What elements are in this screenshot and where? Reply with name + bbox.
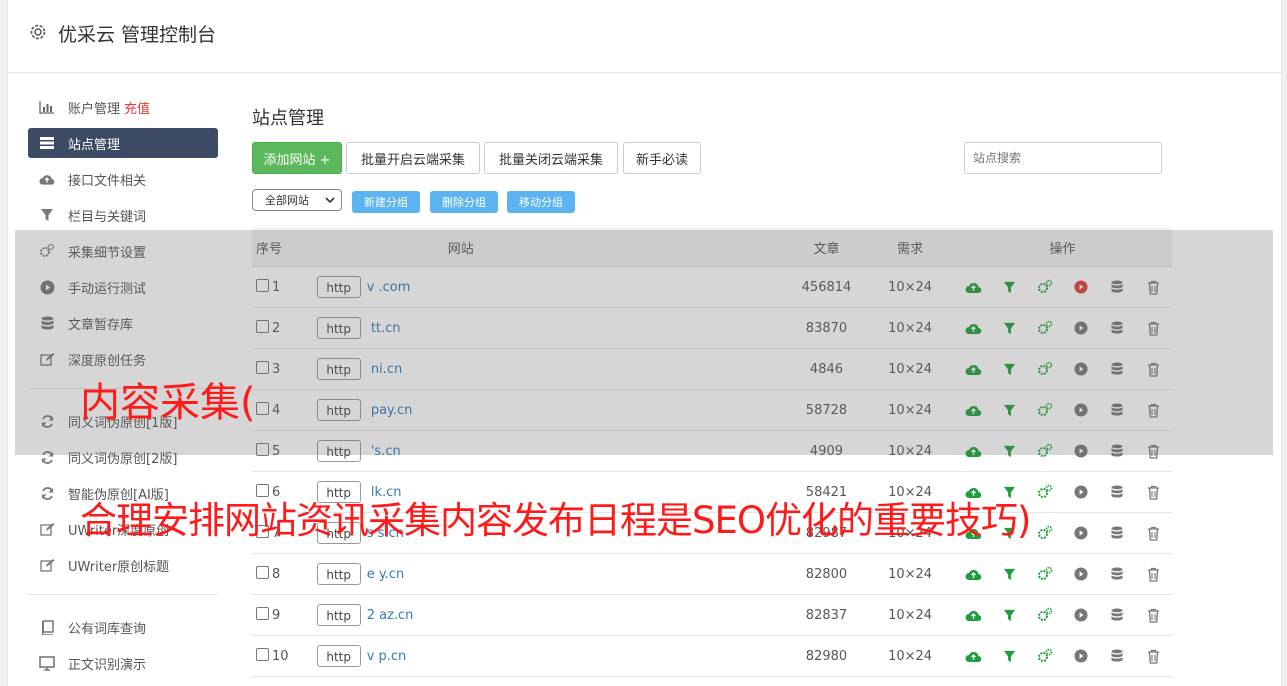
demand-value[interactable]: 10×24 (866, 553, 954, 595)
delete-group-button[interactable]: 删除分组 (430, 191, 498, 213)
caption-line-1: 内容采集( (80, 380, 256, 426)
table-row: 10 http v p.cn 82980 10×24 (252, 635, 1172, 677)
server-list-icon (39, 135, 55, 151)
sidebar-item-uwriter-title[interactable]: UWriter原创标题 (28, 550, 218, 580)
cloud-upload-icon (39, 171, 55, 187)
monitor-icon (39, 655, 55, 671)
filter-icon[interactable] (991, 650, 1027, 663)
header: 优采云 管理控制台 (8, 0, 1281, 73)
add-site-button[interactable]: 添加网站 + (252, 142, 342, 174)
group-select-value: 全部网站 (265, 194, 309, 207)
cloud-upload-icon[interactable] (955, 609, 991, 622)
sidebar-item-columns-keywords[interactable]: 栏目与关键词 (28, 200, 218, 230)
trash-icon[interactable] (1135, 526, 1171, 541)
refresh-icon (39, 485, 55, 501)
sidebar-item-label: UWriter原创标题 (68, 559, 170, 575)
row-index: 10 (272, 649, 289, 664)
http-protocol-badge: http (316, 645, 361, 667)
cogs-icon[interactable] (1027, 607, 1063, 623)
sidebar-item-label: 栏目与关键词 (68, 209, 147, 225)
database-icon[interactable] (1099, 649, 1135, 663)
row-checkbox[interactable] (256, 648, 269, 661)
article-count[interactable]: 82837 (786, 594, 867, 636)
database-icon[interactable] (1099, 526, 1135, 540)
page-title: 站点管理 (252, 108, 324, 129)
trash-icon[interactable] (1135, 608, 1171, 623)
edit-icon (39, 521, 55, 537)
row-index: 9 (272, 608, 281, 623)
sidebar-item-label: 接口文件相关 (68, 173, 147, 189)
group-select[interactable]: 全部网站 (252, 189, 342, 211)
row-checkbox[interactable] (256, 566, 269, 579)
article-count[interactable]: 82800 (786, 553, 867, 595)
main-content: 站点管理 添加网站 + 批量开启云端采集 批量关闭云端采集 新手必读 全部网站 … (252, 92, 1172, 677)
row-site-cell: http v p.cn (313, 635, 787, 677)
sidebar-item-text-recognition[interactable]: 正文识别演示 (28, 648, 218, 678)
batch-open-cloud-button[interactable]: 批量开启云端采集 (346, 142, 480, 174)
row-site-cell: http e y.cn (313, 553, 787, 595)
trash-icon[interactable] (1135, 485, 1171, 500)
site-link[interactable]: e y.cn (367, 567, 405, 582)
move-group-button[interactable]: 移动分组 (507, 191, 575, 213)
trash-icon[interactable] (1135, 649, 1171, 664)
row-index-cell: 8 (252, 553, 314, 595)
article-count[interactable]: 82980 (786, 635, 867, 677)
http-protocol-badge: http (316, 563, 361, 585)
demand-value[interactable]: 10×24 (866, 594, 954, 636)
database-icon[interactable] (1099, 608, 1135, 622)
edit-icon (39, 557, 55, 573)
sidebar-item-public-lexicon[interactable]: 公有词库查询 (28, 612, 218, 642)
trash-icon[interactable] (1135, 567, 1171, 582)
row-ops-cell (954, 635, 1172, 677)
sidebar-item-label: 正文识别演示 (68, 657, 147, 673)
row-ops-cell (954, 594, 1172, 636)
http-protocol-badge: http (316, 604, 361, 626)
caption-line-2: 合理安排网站资讯采集内容发布日程是SEO优化的重要技巧) (80, 499, 1031, 542)
cloud-upload-icon[interactable] (955, 568, 991, 581)
site-link[interactable]: 2 az.cn (367, 608, 414, 623)
sidebar-item-label: 账户管理 (68, 101, 121, 117)
row-site-cell: http 2 az.cn (313, 594, 787, 636)
batch-close-cloud-button[interactable]: 批量关闭云端采集 (484, 142, 618, 174)
filter-icon[interactable] (991, 609, 1027, 622)
play-circle-icon[interactable] (1063, 649, 1099, 663)
page-header-title: 优采云 管理控制台 (58, 24, 217, 46)
bar-chart-icon (39, 99, 55, 115)
play-circle-icon[interactable] (1063, 608, 1099, 622)
chevron-down-icon (325, 197, 335, 204)
sidebar-divider (28, 594, 218, 595)
recharge-link[interactable]: 充值 (124, 98, 150, 117)
sidebar-item-sites[interactable]: 站点管理 (28, 128, 218, 158)
row-ops-cell (954, 553, 1172, 595)
site-search-input[interactable] (964, 142, 1162, 174)
play-circle-icon[interactable] (1063, 567, 1099, 581)
database-icon[interactable] (1099, 485, 1135, 499)
sidebar-item-interface-files[interactable]: 接口文件相关 (28, 164, 218, 194)
play-circle-icon[interactable] (1063, 526, 1099, 540)
play-circle-icon[interactable] (1063, 485, 1099, 499)
database-icon[interactable] (1099, 567, 1135, 581)
filter-icon (39, 207, 55, 223)
cogs-icon[interactable] (1027, 484, 1063, 500)
row-index-cell: 10 (252, 635, 314, 677)
row-index-cell: 9 (252, 594, 314, 636)
table-row: 9 http 2 az.cn 82837 10×24 (252, 594, 1172, 636)
sidebar-item-label: 公有词库查询 (68, 621, 147, 637)
cogs-icon[interactable] (1027, 566, 1063, 582)
site-link[interactable]: v p.cn (367, 649, 407, 664)
table-row: 8 http e y.cn 82800 10×24 (252, 553, 1172, 595)
newbie-guide-button[interactable]: 新手必读 (623, 142, 701, 174)
new-group-button[interactable]: 新建分组 (352, 191, 420, 213)
sidebar-item-account[interactable]: 账户管理 充值 (28, 92, 218, 122)
cloud-upload-icon[interactable] (955, 650, 991, 663)
book-icon (39, 619, 55, 635)
filter-icon[interactable] (991, 568, 1027, 581)
gear-icon (30, 24, 46, 40)
row-checkbox[interactable] (256, 607, 269, 620)
sidebar-item-label: 站点管理 (68, 137, 121, 153)
row-index: 8 (272, 567, 281, 582)
cogs-icon[interactable] (1027, 648, 1063, 664)
cogs-icon[interactable] (1027, 525, 1063, 541)
demand-value[interactable]: 10×24 (866, 635, 954, 677)
